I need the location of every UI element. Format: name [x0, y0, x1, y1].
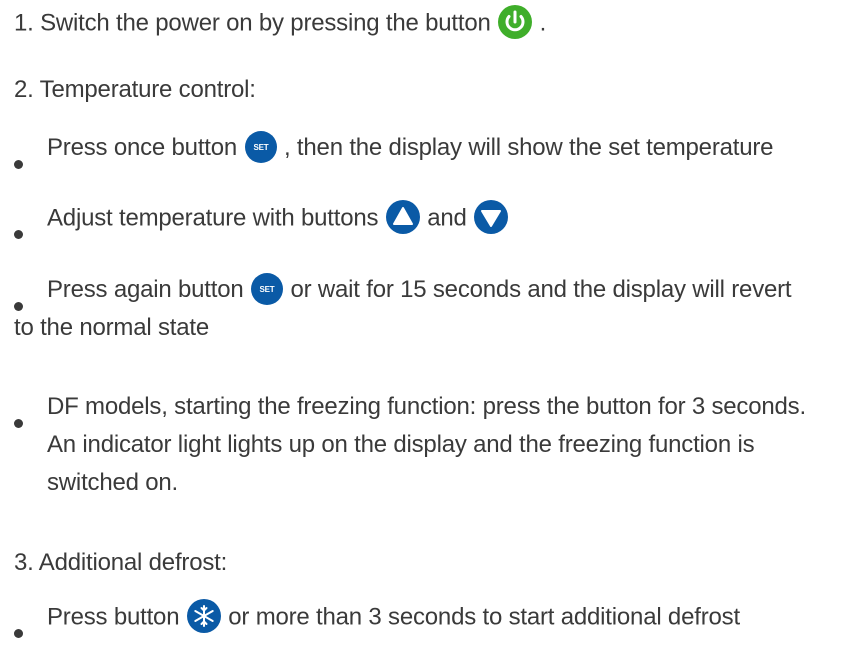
step-3-text: Additional defrost:: [38, 549, 228, 576]
set-icon-label: SET: [260, 285, 275, 294]
bullet-press-once-text: Press once button: [47, 134, 238, 161]
bullet-press-again: Press again button SET or wait for 15 se…: [47, 272, 792, 308]
bullet-df-models-line2: An indicator light lights up on the disp…: [47, 431, 755, 458]
set-button-icon: SET: [250, 272, 284, 306]
down-arrow-button-icon: [473, 199, 509, 235]
bullet-press-again-text: Press again button: [47, 276, 244, 303]
bullet-press-once-rest: , then the display will show the set tem…: [284, 134, 774, 161]
up-arrow-button-icon: [385, 199, 421, 235]
step-2: 2. Temperature control:: [14, 73, 256, 107]
step-1-text: Switch the power on by pressing the butt…: [40, 9, 491, 37]
step-3-number: 3.: [14, 549, 34, 576]
step-1: 1. Switch the power on by pressing the b…: [14, 4, 547, 42]
bullet-marker: [14, 215, 34, 249]
set-button-icon: SET: [244, 130, 278, 164]
set-icon-label: SET: [253, 143, 268, 152]
step-2-number: 2.: [14, 76, 34, 103]
bullet-adjust-and: and: [427, 204, 467, 232]
bullet-adjust: Adjust temperature with buttons and: [47, 199, 509, 237]
bullet-marker: [14, 404, 34, 438]
instructions-document: 1. Switch the power on by pressing the b…: [0, 0, 842, 642]
step-1-end: .: [539, 9, 547, 37]
bullet-press-again-line2: to the normal state: [14, 314, 209, 341]
bullet-defrost-rest: or more than 3 seconds to start addition…: [228, 603, 740, 631]
bullet-marker: [14, 145, 34, 179]
bullet-adjust-text: Adjust temperature with buttons: [47, 204, 379, 232]
defrost-snowflake-button-icon: [186, 598, 222, 634]
bullet-defrost: Press button or more than 3 seconds to s…: [47, 598, 740, 636]
step-1-number: 1.: [14, 9, 34, 37]
step-2-text: Temperature control:: [39, 76, 256, 103]
bullet-press-again-rest: or wait for 15 seconds and the display w…: [290, 276, 792, 303]
bullet-defrost-text: Press button: [47, 603, 180, 631]
bullet-df-models-line1: DF models, starting the freezing functio…: [47, 393, 806, 420]
power-icon: [497, 4, 533, 40]
bullet-marker: [14, 614, 34, 648]
bullet-press-once: Press once button SET , then the display…: [47, 130, 774, 166]
bullet-df-models-line3: switched on.: [47, 469, 179, 496]
step-3: 3. Additional defrost:: [14, 546, 227, 580]
